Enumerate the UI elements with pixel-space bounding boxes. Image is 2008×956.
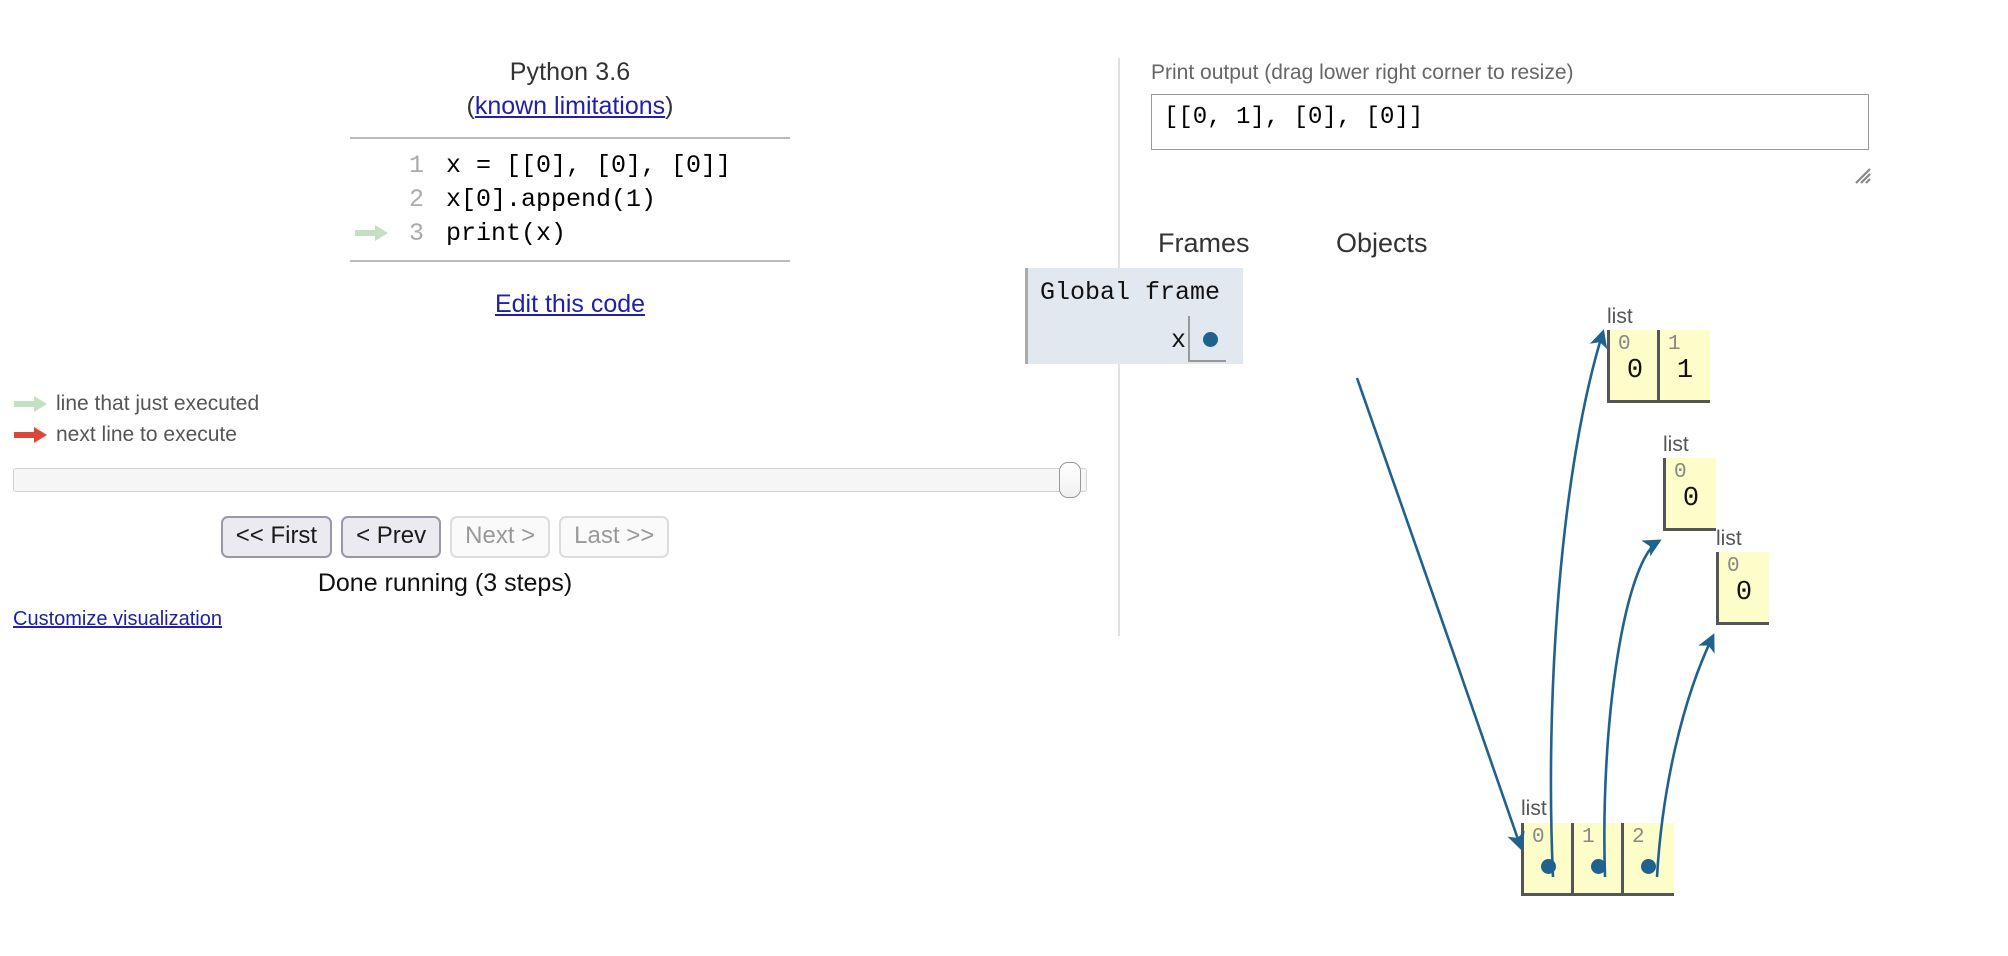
list-index: 0: [1674, 461, 1687, 484]
variable-value-slot-x: [1188, 316, 1226, 362]
step-navigation-buttons: << First < Prev Next > Last >>: [0, 516, 890, 559]
line-source: x = [[0], [0], [0]]: [446, 150, 732, 180]
red-arrow-icon: [14, 426, 50, 444]
list-cell: 1 1: [1660, 330, 1710, 400]
object-type-label: list: [1607, 305, 1633, 328]
edit-code-container: Edit this code: [350, 290, 790, 319]
line-source: print(x): [446, 218, 567, 248]
pointer-dot: [1203, 332, 1218, 347]
last-button[interactable]: Last >>: [559, 516, 670, 559]
customize-visualization-link[interactable]: Customize visualization: [13, 608, 222, 630]
visualization-panel: Print output (drag lower right corner to…: [1118, 0, 2008, 956]
step-slider-track[interactable]: [13, 468, 1087, 492]
step-slider-handle[interactable]: [1059, 462, 1081, 498]
paren-open: (: [466, 92, 475, 120]
code-column: Python 3.6 (known limitations) 1 x = [[0…: [350, 55, 790, 319]
list-index: 0: [1532, 826, 1545, 849]
print-output-label: Print output (drag lower right corner to…: [1151, 61, 1574, 84]
execution-status-text: Done running (3 steps): [317, 569, 573, 597]
variable-name-x: x: [1170, 326, 1186, 355]
global-frame: Global frame x: [1025, 268, 1243, 364]
legend-label-next-line: next line to execute: [56, 422, 237, 446]
line-source: x[0].append(1): [446, 184, 657, 214]
code-line[interactable]: 1 x = [[0], [0], [0]]: [350, 148, 790, 182]
list-value: 0: [1735, 578, 1753, 608]
line-number: 2: [408, 184, 424, 214]
pointer-dot: [1591, 859, 1606, 874]
object-type-label: list: [1663, 433, 1689, 456]
customize-container: Customize visualization: [13, 608, 222, 631]
list-cell: 0 0: [1666, 458, 1716, 528]
line-number: 3: [408, 218, 424, 248]
object-type-label: list: [1716, 527, 1742, 550]
legend-row-next-line: next line to execute: [14, 419, 259, 450]
list-cell: 0 0: [1610, 330, 1660, 400]
code-and-controls-panel: Python 3.6 (known limitations) 1 x = [[0…: [0, 0, 1118, 956]
resize-grip-icon[interactable]: [1853, 166, 1871, 184]
prev-button[interactable]: < Prev: [341, 516, 442, 559]
list-index: 0: [1618, 333, 1631, 356]
known-limitations-line: (known limitations): [350, 89, 790, 123]
list-object: 0 0: [1663, 458, 1716, 531]
list-value: 0: [1626, 356, 1644, 386]
list-object: 0 0: [1716, 552, 1769, 625]
legend-label-just-executed: line that just executed: [56, 391, 260, 415]
list-object-outer: 0 1 2: [1521, 823, 1674, 896]
objects-header: Objects: [1336, 228, 1428, 258]
next-button[interactable]: Next >: [450, 516, 551, 559]
list-index: 1: [1668, 333, 1681, 356]
list-index: 2: [1632, 826, 1645, 849]
pointer-dot: [1541, 859, 1556, 874]
list-index: 1: [1582, 826, 1595, 849]
list-value: 0: [1682, 484, 1700, 514]
edit-this-code-link[interactable]: Edit this code: [495, 290, 645, 318]
paren-close: ): [665, 92, 674, 120]
green-arrow-icon: [350, 224, 394, 242]
list-object: 0 0 1 1: [1607, 330, 1710, 403]
list-value: 1: [1676, 356, 1694, 386]
code-display: 1 x = [[0], [0], [0]] 2 x[0].append(1) 3…: [350, 137, 790, 262]
list-cell: 0 0: [1719, 552, 1769, 622]
variable-row-x: x: [1028, 316, 1246, 362]
code-line-current[interactable]: 3 print(x): [350, 216, 790, 250]
green-arrow-icon: [14, 395, 50, 413]
list-cell: 2: [1624, 823, 1674, 893]
print-output-textarea[interactable]: [[0, 1], [0], [0]]: [1151, 94, 1869, 150]
known-limitations-link[interactable]: known limitations: [475, 92, 665, 120]
frames-header: Frames: [1158, 228, 1250, 258]
object-type-label: list: [1521, 797, 1547, 820]
legend-row-just-executed: line that just executed: [14, 388, 259, 419]
global-frame-title: Global frame: [1040, 278, 1221, 307]
pointer-dot: [1641, 859, 1656, 874]
code-line[interactable]: 2 x[0].append(1): [350, 182, 790, 216]
python-version-label: Python 3.6: [509, 58, 631, 86]
list-index: 0: [1727, 555, 1740, 578]
line-number: 1: [408, 150, 424, 180]
list-cell: 0: [1524, 823, 1574, 893]
first-button[interactable]: << First: [220, 516, 333, 559]
execution-legend: line that just executed next line to exe…: [14, 388, 259, 450]
list-cell: 1: [1574, 823, 1624, 893]
